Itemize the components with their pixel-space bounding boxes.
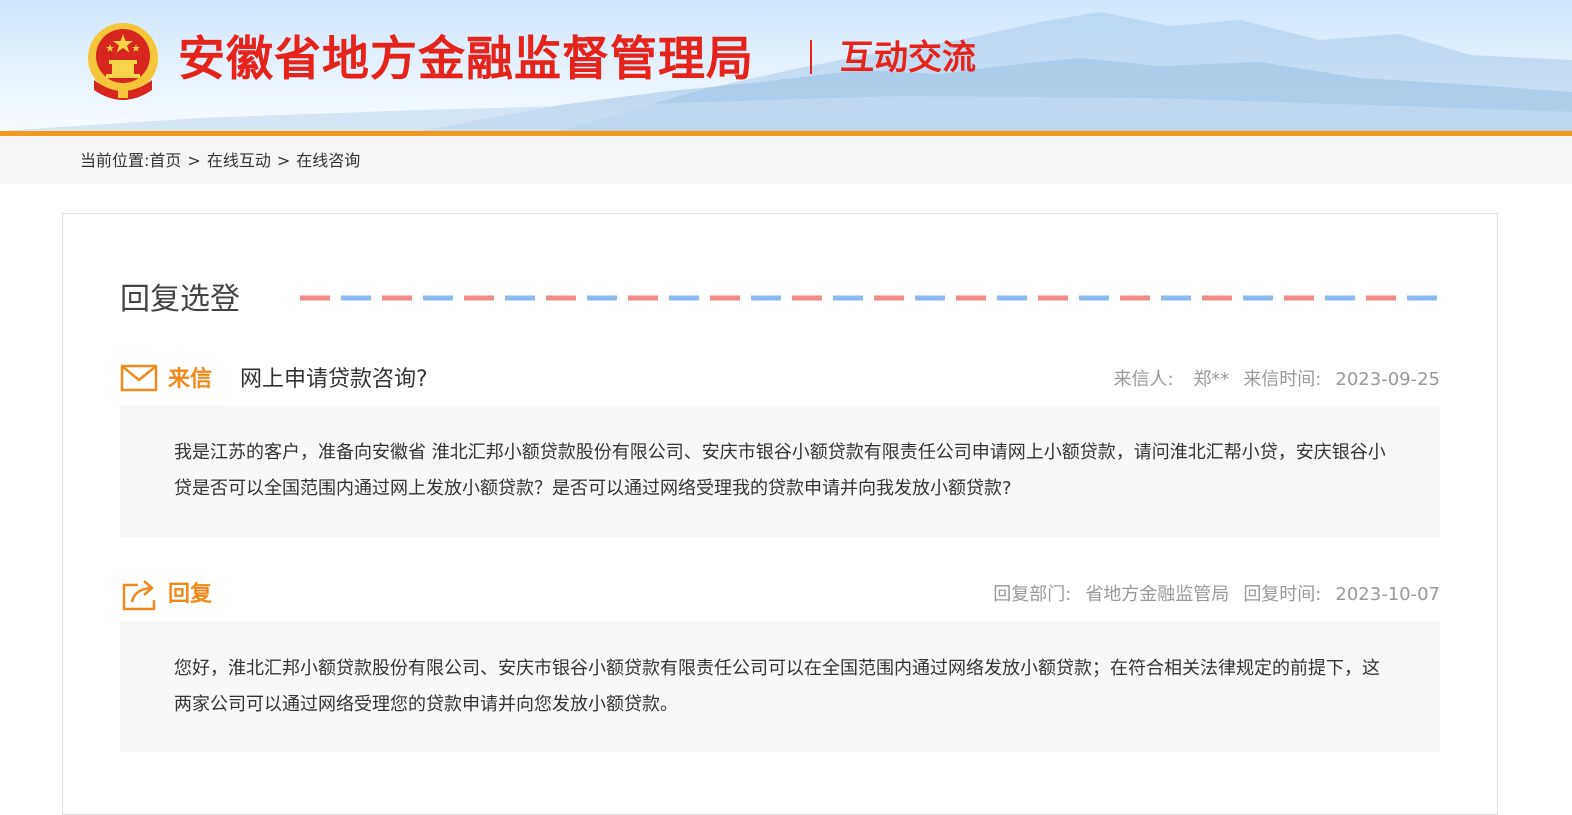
reply-body-box: 您好，淮北汇邦小额贷款股份有限公司、安庆市银谷小额贷款有限责任公司可以在全国范围… [120, 621, 1440, 752]
breadcrumb-home-link[interactable]: 首页 [149, 151, 181, 170]
letter-body: 我是江苏的客户，准备向安徽省 淮北汇邦小额贷款股份有限公司、安庆市银谷小额贷款有… [174, 442, 1386, 499]
breadcrumb-online-consult-link[interactable]: 在线咨询 [296, 151, 360, 170]
letter-header: 来信 网上申请贷款咨询? 来信人: 郑** 来信时间: 2023-09-25 [120, 363, 1440, 397]
header-banner: 安徽省地方金融监督管理局 互动交流 [0, 0, 1572, 131]
national-emblem-icon [84, 20, 162, 100]
reply-meta: 回复部门: 省地方金融监管局 回复时间: 2023-10-07 [993, 582, 1440, 608]
sender-name: 郑** [1193, 369, 1230, 390]
breadcrumb: 当前位置:首页 > 在线互动 > 在线咨询 [80, 151, 360, 171]
reply-dept-label: 回复部门: [993, 584, 1072, 605]
reply-header: 回复 回复部门: 省地方金融监管局 回复时间: 2023-10-07 [120, 578, 1440, 612]
reply-time-label: 回复时间: [1243, 584, 1322, 605]
section-title: 互动交流 [840, 38, 976, 78]
letter-time: 2023-09-25 [1335, 369, 1440, 390]
envelope-icon [120, 363, 158, 397]
reply-tag: 回复 [168, 582, 213, 607]
letter-tag: 来信 [168, 367, 213, 392]
reply-time: 2023-10-07 [1335, 584, 1440, 605]
breadcrumb-separator: > [276, 151, 291, 170]
reply-dept: 省地方金融监管局 [1085, 584, 1230, 605]
breadcrumb-separator: > [187, 151, 201, 170]
title-divider [810, 40, 812, 74]
breadcrumb-online-interaction-link[interactable]: 在线互动 [207, 151, 271, 170]
breadcrumb-prefix: 当前位置: [80, 151, 150, 170]
section-heading: 回复选登 [120, 282, 240, 317]
letter-subject: 网上申请贷款咨询? [240, 367, 428, 392]
letter-meta: 来信人: 郑** 来信时间: 2023-09-25 [1114, 367, 1441, 393]
site-title: 安徽省地方金融监督管理局 [178, 32, 754, 87]
airmail-stripe-divider [300, 295, 1440, 301]
letter-body-box: 我是江苏的客户，准备向安徽省 淮北汇邦小额贷款股份有限公司、安庆市银谷小额贷款有… [120, 406, 1440, 537]
reply-body: 您好，淮北汇邦小额贷款股份有限公司、安庆市银谷小额贷款有限责任公司可以在全国范围… [174, 658, 1380, 715]
letter-time-label: 来信时间: [1243, 369, 1322, 390]
sender-label: 来信人: [1113, 369, 1174, 390]
reply-share-icon [120, 578, 158, 616]
